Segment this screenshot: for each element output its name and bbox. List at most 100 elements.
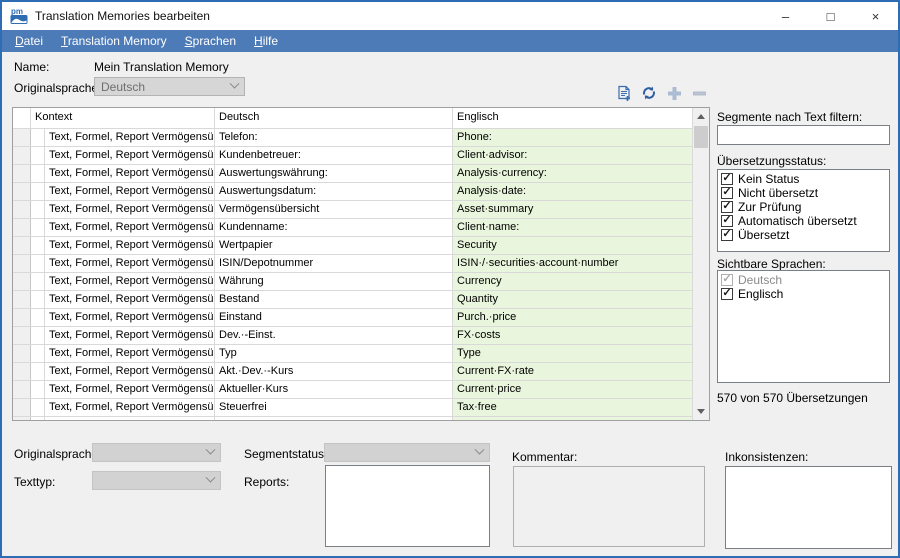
cell-englisch[interactable]: Security	[453, 237, 692, 254]
checkbox-icon[interactable]: ✓	[721, 173, 733, 185]
cell-kontext[interactable]: Text, Formel, Report Vermögensü...	[45, 165, 215, 182]
checkbox-icon[interactable]: ✓	[721, 274, 733, 286]
cell-deutsch[interactable]: Kundenbetreuer:	[215, 147, 453, 164]
checkbox-item[interactable]: ✓ Zur Prüfung	[719, 200, 888, 214]
scrollbar-thumb[interactable]	[694, 126, 708, 148]
menu-datei[interactable]: Datei	[6, 32, 52, 50]
table-row[interactable]: Text, Formel, Report Vermögensü... Einst…	[13, 309, 692, 327]
cell-englisch[interactable]: Purch.·price	[453, 309, 692, 326]
cell-englisch[interactable]: FX·costs	[453, 327, 692, 344]
close-button[interactable]: ×	[853, 2, 898, 30]
cell-deutsch[interactable]: Dev.·-Einst.	[215, 327, 453, 344]
cell-kontext[interactable]: Text, Formel, Report Vermögensü...	[45, 345, 215, 362]
header-deutsch[interactable]: Deutsch	[215, 108, 453, 128]
cell-englisch[interactable]: Client·advisor:	[453, 147, 692, 164]
comment-textarea[interactable]	[513, 466, 705, 547]
row-header-cell[interactable]	[13, 327, 31, 344]
table-row[interactable]: Text, Formel, Report Vermögensü... Aktue…	[13, 381, 692, 399]
add-segment-icon[interactable]	[665, 83, 685, 103]
checkbox-icon[interactable]: ✓	[721, 187, 733, 199]
checkbox-item[interactable]: ✓ Kein Status	[719, 172, 888, 186]
checkbox-item[interactable]: ✓ Nicht übersetzt	[719, 186, 888, 200]
row-header-cell[interactable]	[13, 363, 31, 380]
cell-deutsch[interactable]: Bestand	[215, 291, 453, 308]
cell-kontext[interactable]: Text, Formel, Report Vermögensü...	[45, 237, 215, 254]
cell-deutsch[interactable]: Einstand	[215, 309, 453, 326]
cell-kontext[interactable]: Text, Formel, Report Vermögensü...	[45, 201, 215, 218]
table-row[interactable]: Text, Formel, Report Vermögensü... Auswe…	[13, 183, 692, 201]
cell-deutsch[interactable]: Typ	[215, 345, 453, 362]
menu-hilfe[interactable]: Hilfe	[245, 32, 287, 50]
menu-translation-memory[interactable]: Translation Memory	[52, 32, 176, 50]
cell-deutsch[interactable]: Währung	[215, 273, 453, 290]
cell-kontext[interactable]: Text, Formel, Report Vermögensü...	[45, 219, 215, 236]
add-document-icon[interactable]	[614, 83, 634, 103]
checkbox-item[interactable]: ✓ Englisch	[719, 287, 888, 301]
table-row[interactable]: Text, Formel, Report Vermögensü... Akt.·…	[13, 363, 692, 381]
row-header-cell[interactable]	[13, 381, 31, 398]
cell-englisch[interactable]: Current·FX·rate	[453, 363, 692, 380]
cell-kontext[interactable]: Text, Formel, Report Vermögensü...	[45, 273, 215, 290]
table-row[interactable]: Text, Formel, Report Vermögensü... Antei…	[13, 417, 692, 420]
cell-englisch[interactable]: Currency	[453, 273, 692, 290]
table-row[interactable]: Text, Formel, Report Vermögensü... Währu…	[13, 273, 692, 291]
checkbox-icon[interactable]: ✓	[721, 201, 733, 213]
cell-deutsch[interactable]: Aktueller·Kurs	[215, 381, 453, 398]
cell-kontext[interactable]: Text, Formel, Report Vermögensü...	[45, 381, 215, 398]
cell-deutsch[interactable]: Vermögensübersicht	[215, 201, 453, 218]
checkbox-icon[interactable]: ✓	[721, 215, 733, 227]
row-header-cell[interactable]	[13, 345, 31, 362]
inconsistencies-listbox[interactable]	[725, 466, 892, 549]
row-header-cell[interactable]	[13, 183, 31, 200]
table-row[interactable]: Text, Formel, Report Vermögensü... Steue…	[13, 399, 692, 417]
minimize-button[interactable]: –	[763, 2, 808, 30]
row-header-cell[interactable]	[13, 201, 31, 218]
table-row[interactable]: Text, Formel, Report Vermögensü... Dev.·…	[13, 327, 692, 345]
checkbox-item[interactable]: ✓ Deutsch	[719, 273, 888, 287]
cell-kontext[interactable]: Text, Formel, Report Vermögensü...	[45, 291, 215, 308]
cell-deutsch[interactable]: Anteil·[%]	[215, 417, 453, 420]
cell-kontext[interactable]: Text, Formel, Report Vermögensü...	[45, 255, 215, 272]
row-header-cell[interactable]	[13, 291, 31, 308]
cell-englisch[interactable]: Share·[%]	[453, 417, 692, 420]
cell-englisch[interactable]: Analysis·currency:	[453, 165, 692, 182]
checkbox-icon[interactable]: ✓	[721, 288, 733, 300]
cell-deutsch[interactable]: Auswertungswährung:	[215, 165, 453, 182]
row-header-cell[interactable]	[13, 219, 31, 236]
header-englisch[interactable]: Englisch	[453, 108, 709, 128]
row-header-cell[interactable]	[13, 237, 31, 254]
cell-kontext[interactable]: Text, Formel, Report Vermögensü...	[45, 147, 215, 164]
table-row[interactable]: Text, Formel, Report Vermögensü... Besta…	[13, 291, 692, 309]
table-row[interactable]: Text, Formel, Report Vermögensü... ISIN/…	[13, 255, 692, 273]
cell-englisch[interactable]: ISIN·/·securities·account·number	[453, 255, 692, 272]
maximize-button[interactable]: □	[808, 2, 853, 30]
table-row[interactable]: Text, Formel, Report Vermögensü... Wertp…	[13, 237, 692, 255]
refresh-icon[interactable]	[639, 83, 659, 103]
cell-englisch[interactable]: Phone:	[453, 129, 692, 146]
checkbox-item[interactable]: ✓ Übersetzt	[719, 228, 888, 242]
cell-deutsch[interactable]: Wertpapier	[215, 237, 453, 254]
table-row[interactable]: Text, Formel, Report Vermögensü... Vermö…	[13, 201, 692, 219]
filter-input[interactable]	[717, 125, 890, 145]
table-row[interactable]: Text, Formel, Report Vermögensü... Kunde…	[13, 147, 692, 165]
cell-englisch[interactable]: Analysis·date:	[453, 183, 692, 200]
cell-englisch[interactable]: Type	[453, 345, 692, 362]
cell-deutsch[interactable]: Steuerfrei	[215, 399, 453, 416]
row-header-cell[interactable]	[13, 417, 31, 420]
row-header-cell[interactable]	[13, 399, 31, 416]
cell-englisch[interactable]: Client·name:	[453, 219, 692, 236]
row-header-cell[interactable]	[13, 255, 31, 272]
row-header-cell[interactable]	[13, 309, 31, 326]
cell-kontext[interactable]: Text, Formel, Report Vermögensü...	[45, 327, 215, 344]
table-row[interactable]: Text, Formel, Report Vermögensü... Telef…	[13, 129, 692, 147]
cell-deutsch[interactable]: Kundenname:	[215, 219, 453, 236]
cell-kontext[interactable]: Text, Formel, Report Vermögensü...	[45, 417, 215, 420]
table-vertical-scrollbar[interactable]	[692, 108, 709, 420]
cell-englisch[interactable]: Current·price	[453, 381, 692, 398]
segment-status-combo[interactable]	[324, 443, 490, 462]
cell-kontext[interactable]: Text, Formel, Report Vermögensü...	[45, 399, 215, 416]
cell-deutsch[interactable]: Telefon:	[215, 129, 453, 146]
header-kontext[interactable]: Kontext	[31, 108, 215, 128]
source-language-combo[interactable]: Deutsch	[94, 77, 245, 96]
cell-deutsch[interactable]: Akt.·Dev.·-Kurs	[215, 363, 453, 380]
